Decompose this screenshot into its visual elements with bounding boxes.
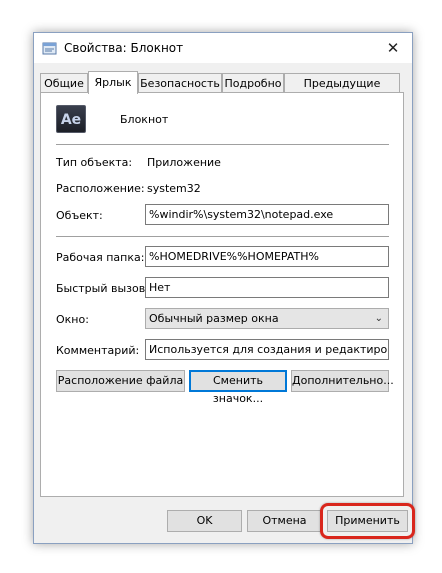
chevron-down-icon: ⌄ [374, 313, 383, 324]
tab-shortcut[interactable]: Ярлык [88, 71, 138, 94]
location-value: system32 [147, 182, 201, 195]
apply-highlight [320, 503, 415, 539]
change-icon-button[interactable]: Сменить значок... [189, 370, 287, 405]
notepad-icon [42, 42, 57, 55]
tab-previous-versions[interactable]: Предыдущие версии [284, 73, 400, 109]
hotkey-input[interactable]: Нет [145, 277, 389, 298]
target-label: Объект: [56, 209, 103, 222]
tab-security[interactable]: Безопасность [138, 73, 222, 92]
ok-button[interactable]: OK [167, 510, 242, 532]
run-select-value: Обычный размер окна [149, 312, 279, 325]
separator [56, 144, 389, 145]
comment-input[interactable]: Используется для создания и редактирован… [145, 339, 389, 360]
cancel-button[interactable]: Отмена [247, 510, 322, 532]
window-title: Свойства: Блокнот [64, 41, 184, 55]
start-in-label: Рабочая папка: [56, 251, 145, 264]
open-file-location-button[interactable]: Расположение файла [56, 370, 185, 392]
app-icon: Ae [56, 105, 86, 133]
close-icon: ✕ [386, 39, 400, 57]
advanced-button[interactable]: Дополнительно... [291, 370, 394, 392]
target-input[interactable]: %windir%\system32\notepad.exe [145, 204, 389, 225]
comment-label: Комментарий: [56, 344, 140, 357]
location-label: Расположение: [56, 182, 145, 195]
shortcut-panel: Ae Блокнот Тип объекта: Приложение Распо… [40, 92, 404, 497]
app-name: Блокнот [120, 113, 169, 126]
properties-dialog: Свойства: Блокнот ✕ Общие Ярлык Безопасн… [33, 32, 415, 544]
tab-details[interactable]: Подробно [222, 73, 284, 92]
tab-general[interactable]: Общие [40, 73, 88, 92]
run-select[interactable]: Обычный размер окна ⌄ [145, 308, 389, 329]
type-label: Тип объекта: [56, 156, 133, 169]
close-button[interactable]: ✕ [374, 33, 412, 63]
run-label: Окно: [56, 313, 89, 326]
type-value: Приложение [147, 156, 221, 169]
title-bar[interactable]: Свойства: Блокнот ✕ [34, 33, 412, 63]
hotkey-label: Быстрый вызов: [56, 282, 149, 295]
start-in-input[interactable]: %HOMEDRIVE%%HOMEPATH% [145, 246, 389, 267]
separator [56, 236, 389, 237]
